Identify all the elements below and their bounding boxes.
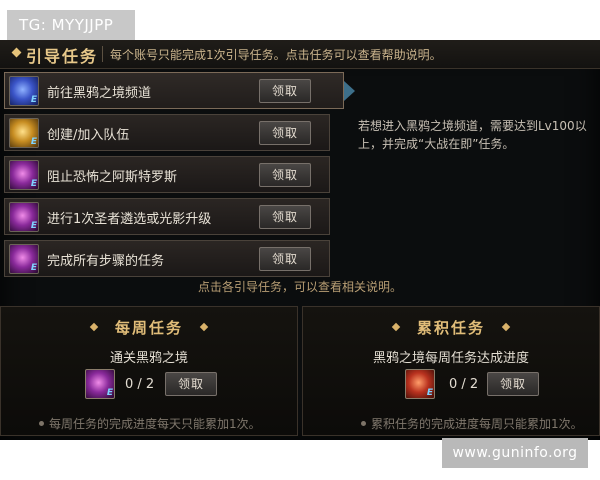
weekly-quest-box: 每周任务 通关黑鸦之境 E 0 / 2 领取 每周任务的完成进度每天只能累加1次… <box>0 306 298 436</box>
site-watermark: www.guninfo.org <box>442 438 588 468</box>
red-box-icon: E <box>405 369 435 399</box>
claim-button[interactable]: 领取 <box>259 79 311 103</box>
gold-medal-icon: E <box>9 118 39 148</box>
purple-crystal-icon: E <box>9 244 39 274</box>
cumulative-title: 累积任务 <box>416 319 485 337</box>
guide-title: 引导任务 <box>26 47 99 66</box>
claim-button[interactable]: 领取 <box>259 247 311 271</box>
purple-crystal-icon: E <box>85 369 115 399</box>
guide-hint: 每个账号只能完成1次引导任务。点击任务可以查看帮助说明。 <box>110 48 442 62</box>
bullet-dot <box>361 421 366 426</box>
guide-header: 引导任务 每个账号只能完成1次引导任务。点击任务可以查看帮助说明。 <box>0 40 600 69</box>
purple-crystal-icon: E <box>9 202 39 232</box>
claim-button[interactable]: 领取 <box>259 121 311 145</box>
guide-task-4[interactable]: E 进行1次圣者遴选或光影升级 领取 <box>4 198 330 235</box>
weekly-claim-button[interactable]: 领取 <box>165 372 217 396</box>
guide-task-3[interactable]: E 阻止恐怖之阿斯特罗斯 领取 <box>4 156 330 193</box>
guide-task-5[interactable]: E 完成所有步骤的任务 领取 <box>4 240 330 277</box>
cumulative-claim-button[interactable]: 领取 <box>487 372 539 396</box>
weekly-note: 每周任务的完成进度每天只能累加1次。 <box>49 417 261 431</box>
task-label: 前往黑鸦之境频道 <box>47 86 152 101</box>
weekly-title: 每周任务 <box>114 319 183 337</box>
weekly-progress: 0 / 2 <box>125 377 155 392</box>
cumulative-quest-name: 黑鸦之境每周任务达成进度 <box>372 351 529 366</box>
channel-tag-overlay: TG: MYYJJPP <box>7 10 135 40</box>
cumulative-note: 累积任务的完成进度每周只能累加1次。 <box>371 417 583 431</box>
blue-cube-icon: E <box>9 76 39 106</box>
guide-footer-hint: 点击各引导任务，可以查看相关说明。 <box>197 280 402 294</box>
diamond-icon <box>11 47 22 58</box>
guide-task-2[interactable]: E 创建/加入队伍 领取 <box>4 114 330 151</box>
bullet-dot <box>39 421 44 426</box>
task-description: 若想进入黑鸦之境频道，需要达到Lv100以上，并完成“大战在即”任务。 <box>358 119 587 151</box>
task-label: 完成所有步骤的任务 <box>47 254 165 269</box>
claim-button[interactable]: 领取 <box>259 205 311 229</box>
quest-panel: 引导任务 每个账号只能完成1次引导任务。点击任务可以查看帮助说明。 E 前往黑鸦… <box>0 40 600 440</box>
weekly-quest-name: 通关黑鸦之境 <box>109 351 188 366</box>
guide-task-1[interactable]: E 前往黑鸦之境频道 领取 <box>4 72 355 109</box>
cumulative-progress: 0 / 2 <box>449 377 479 392</box>
divider <box>102 46 103 62</box>
purple-crystal-icon: E <box>9 160 39 190</box>
task-label: 阻止恐怖之阿斯特罗斯 <box>47 170 178 185</box>
task-label: 创建/加入队伍 <box>47 128 130 143</box>
claim-button[interactable]: 领取 <box>259 163 311 187</box>
task-label: 进行1次圣者遴选或光影升级 <box>47 212 212 227</box>
cumulative-quest-box: 累积任务 黑鸦之境每周任务达成进度 E 0 / 2 领取 累积任务的完成进度每周… <box>302 306 600 436</box>
